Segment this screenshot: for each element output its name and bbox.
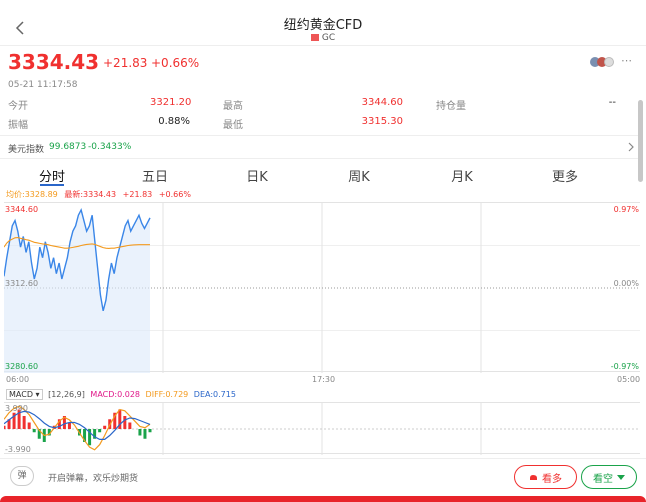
tab-intraday[interactable]: 分时: [39, 166, 65, 185]
y-label-bottom: 3280.60: [5, 362, 39, 371]
usd-index-value: 99.6873: [49, 142, 87, 152]
oi-value: --: [608, 97, 616, 108]
macd-chart-svg: [4, 403, 640, 455]
tab-active-underline: [40, 184, 64, 186]
y-label-mid: 3312.60: [5, 279, 39, 288]
divider: [0, 158, 640, 159]
price-change-pct: +0.66%: [151, 56, 200, 70]
macd-value: MACD:0.028: [90, 390, 140, 399]
macd-bar: [138, 429, 142, 436]
tab-weekly-k[interactable]: 周K: [348, 166, 370, 185]
high-value: 3344.60: [361, 97, 403, 108]
macd-bar: [98, 429, 102, 433]
bear-label: 看空: [593, 473, 613, 485]
diff-value: DIFF:0.729: [145, 390, 189, 399]
oi-label: 持仓量: [436, 101, 466, 112]
low-value: 3315.30: [361, 116, 403, 127]
dea-value: DEA:0.715: [193, 390, 236, 399]
barrage-toggle[interactable]: 弹: [10, 466, 34, 486]
macd-bar: [128, 422, 132, 429]
latest-change-label: +21.83: [122, 190, 153, 199]
x-label-end: 05:00: [617, 375, 641, 384]
latest-pct-label: +0.66%: [158, 190, 191, 199]
tab-daily-k[interactable]: 日K: [246, 166, 268, 185]
y-pct-top: 0.97%: [613, 205, 639, 214]
last-price: 3334.43: [8, 50, 100, 74]
macd-bar: [123, 416, 127, 429]
dea-line: [4, 410, 151, 441]
bull-button[interactable]: 看多: [514, 465, 577, 489]
quote-time: 05-21 11:17:58: [8, 80, 78, 90]
price-chart-svg: [4, 203, 640, 373]
high-label: 最高: [223, 101, 243, 112]
scrollbar[interactable]: [638, 100, 643, 182]
chevron-right-icon: [628, 142, 634, 152]
macd-bar: [22, 416, 26, 429]
symbol-tag: GC: [0, 33, 646, 43]
usd-index-row[interactable]: 美元指数 99.6873 -0.3433%: [0, 136, 640, 158]
intraday-chart[interactable]: 3344.60 3312.60 3280.60 0.97% 0.00% -0.9…: [4, 202, 640, 373]
barrage-icon: 弹: [17, 471, 27, 481]
macd-y-top: 3.990: [5, 404, 28, 413]
price-area: [4, 209, 150, 373]
avatar-group[interactable]: [590, 57, 620, 67]
tab-five-day[interactable]: 五日: [142, 166, 168, 185]
macd-bar: [27, 422, 31, 429]
more-button[interactable]: ⋯: [621, 54, 632, 67]
price-change: +21.83: [103, 56, 148, 70]
usd-index-change: -0.3433%: [88, 142, 132, 152]
caret-down-icon: [617, 474, 625, 480]
cloud-icon: [530, 475, 537, 480]
chart-legend: 均价:3328.89 最新:3334.43 +21.83 +0.66%: [6, 189, 191, 200]
low-label: 最低: [223, 120, 243, 131]
x-label-mid: 17:30: [312, 375, 336, 384]
macd-bar: [143, 429, 147, 439]
avatar: [604, 57, 614, 67]
flag-icon: [310, 34, 319, 41]
amp-value: 0.88%: [158, 116, 190, 127]
bottom-red-bar: [0, 496, 646, 502]
avg-price-label: 均价:3328.89: [6, 190, 58, 199]
usd-index-label: 美元指数: [8, 145, 45, 155]
header: 纽约黄金CFD GC: [0, 0, 646, 46]
macd-bar: [32, 429, 36, 433]
page-title: 纽约黄金CFD: [283, 18, 363, 33]
symbol-text: GC: [321, 33, 336, 43]
tab-more[interactable]: 更多: [552, 166, 578, 185]
macd-params: [12,26,9]: [48, 390, 85, 399]
open-value: 3321.20: [150, 97, 192, 108]
macd-y-bottom: -3.990: [5, 445, 31, 454]
macd-bar: [103, 425, 107, 429]
ellipsis-icon: ⋯: [621, 54, 632, 67]
bear-button[interactable]: 看空: [581, 465, 637, 489]
latest-price-label: 最新:3334.43: [64, 190, 117, 199]
tab-monthly-k[interactable]: 月K: [451, 166, 473, 185]
barrage-input[interactable]: 开启弹幕，欢乐炒期货: [48, 471, 138, 484]
bull-label: 看多: [542, 473, 562, 485]
x-label-start: 06:00: [6, 375, 30, 384]
macd-bar: [4, 425, 6, 429]
macd-bar: [67, 422, 71, 429]
y-label-top: 3344.60: [5, 205, 39, 214]
macd-chart[interactable]: 3.990 -3.990: [4, 402, 640, 455]
amp-label: 振幅: [8, 120, 28, 131]
macd-legend: MACD ▾ [12,26,9] MACD:0.028 DIFF:0.729 D…: [6, 389, 236, 400]
y-pct-mid: 0.00%: [613, 279, 639, 288]
open-label: 今开: [8, 101, 28, 112]
footer-divider: [0, 458, 646, 459]
y-pct-bottom: -0.97%: [610, 362, 639, 371]
macd-selector[interactable]: MACD ▾: [6, 389, 43, 400]
macd-bar: [148, 429, 152, 433]
